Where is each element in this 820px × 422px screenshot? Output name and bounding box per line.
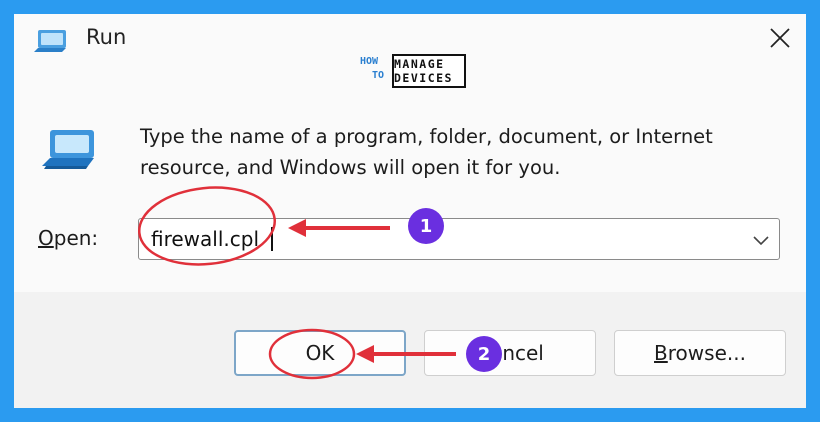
step-badge-1: 1 — [408, 208, 444, 244]
run-icon — [42, 130, 94, 169]
ok-button[interactable]: OK — [234, 330, 406, 376]
dialog-content: Type the name of a program, folder, docu… — [14, 66, 806, 292]
cancel-button[interactable]: Cancel — [424, 330, 596, 376]
open-label-text: pen: — [53, 226, 99, 250]
howtomanagedevices-logo: HOW TO MANAGE DEVICES — [360, 52, 470, 94]
close-button[interactable] — [762, 20, 798, 56]
chevron-down-icon[interactable] — [751, 231, 771, 249]
open-label-accelerator: O — [38, 226, 54, 250]
close-icon — [770, 28, 790, 48]
logo-how: HOW — [360, 56, 379, 67]
run-dialog-window: Run Type the name of a program, folder, … — [14, 14, 806, 408]
logo-to: TO — [372, 70, 385, 81]
browse-label: rowse... — [667, 341, 746, 365]
text-cursor — [271, 227, 273, 251]
open-label: Open: — [38, 224, 98, 252]
run-app-icon — [34, 30, 66, 52]
window-title: Run — [86, 25, 127, 49]
open-combobox[interactable] — [138, 218, 780, 260]
browse-button[interactable]: Browse... — [614, 330, 786, 376]
step-badge-2: 2 — [466, 336, 502, 372]
logo-devices: DEVICES — [394, 71, 453, 85]
dialog-description: Type the name of a program, folder, docu… — [140, 125, 713, 179]
logo-manage: MANAGE — [394, 57, 445, 71]
browse-accelerator: B — [654, 341, 668, 365]
